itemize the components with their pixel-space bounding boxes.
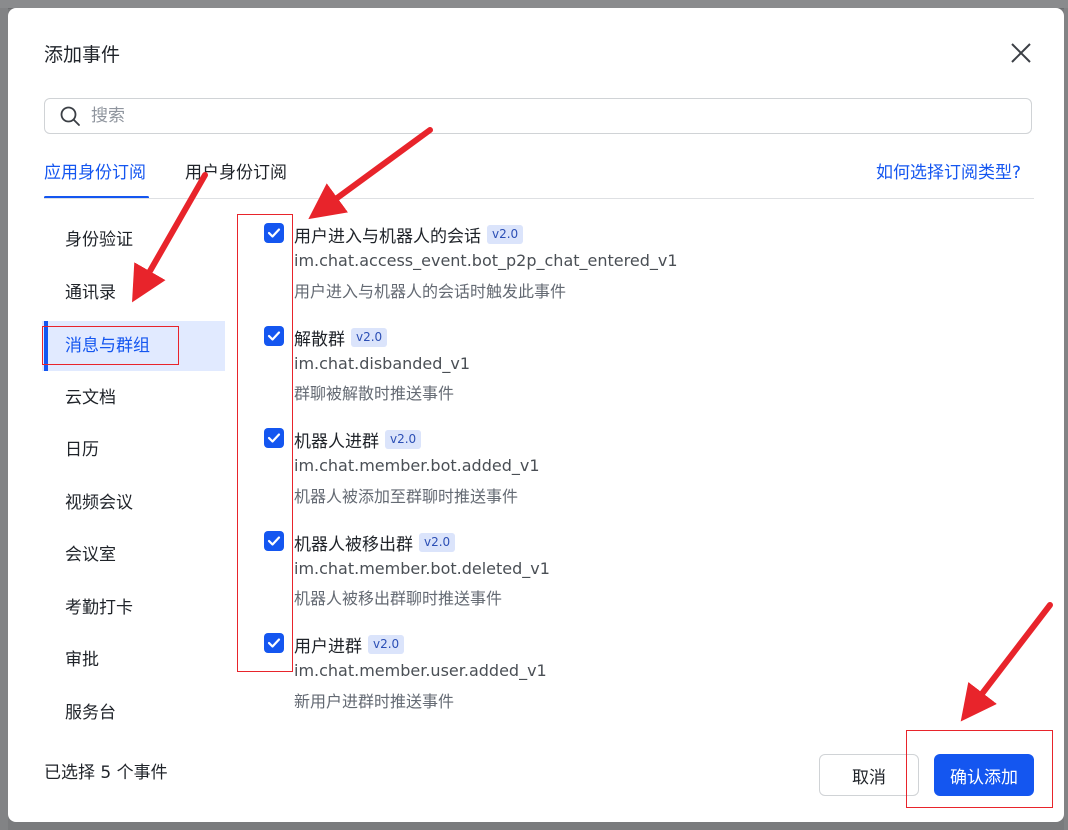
event-description: 用户进入与机器人的会话时触发此事件 bbox=[294, 282, 567, 301]
dialog-title: 添加事件 bbox=[44, 44, 121, 66]
event-key: im.chat.member.user.added_v1 bbox=[294, 661, 547, 680]
add-event-dialog: 添加事件 应用身份订阅 用户身份订阅 如何选择订阅类型? 身份验证 通讯录 消息… bbox=[8, 8, 1064, 822]
version-badge: v2.0 bbox=[385, 430, 422, 449]
search-input[interactable] bbox=[89, 105, 993, 127]
category-identity[interactable]: 身份验证 bbox=[42, 215, 225, 265]
tabs-divider bbox=[44, 198, 1034, 199]
category-meeting-room[interactable]: 会议室 bbox=[42, 530, 225, 580]
version-badge: v2.0 bbox=[368, 635, 405, 654]
category-calendar[interactable]: 日历 bbox=[42, 425, 225, 475]
event-key: im.chat.member.bot.deleted_v1 bbox=[294, 559, 550, 578]
category-attendance[interactable]: 考勤打卡 bbox=[42, 583, 225, 633]
event-title: 用户进入与机器人的会话 v2.0 bbox=[294, 222, 524, 247]
event-title: 用户进群 v2.0 bbox=[294, 632, 405, 657]
category-contacts[interactable]: 通讯录 bbox=[42, 268, 225, 318]
selected-count: 已选择 5 个事件 bbox=[44, 763, 168, 783]
version-badge: v2.0 bbox=[351, 328, 388, 347]
background-page-left bbox=[0, 8, 8, 830]
event-description: 群聊被解散时推送事件 bbox=[294, 384, 455, 403]
event-key: im.chat.access_event.bot_p2p_chat_entere… bbox=[294, 251, 678, 270]
tab-user-identity[interactable]: 用户身份订阅 bbox=[185, 158, 287, 183]
event-title-text: 用户进入与机器人的会话 bbox=[294, 227, 481, 247]
event-title-text: 机器人进群 bbox=[294, 432, 379, 452]
version-badge: v2.0 bbox=[487, 225, 524, 244]
tab-app-identity[interactable]: 应用身份订阅 bbox=[44, 158, 146, 183]
category-video-meeting[interactable]: 视频会议 bbox=[42, 478, 225, 528]
annotation-box-confirm bbox=[906, 730, 1053, 808]
category-cloud-docs[interactable]: 云文档 bbox=[42, 373, 225, 423]
event-key: im.chat.disbanded_v1 bbox=[294, 354, 471, 373]
event-description: 机器人被移出群聊时推送事件 bbox=[294, 589, 503, 608]
category-service-desk[interactable]: 服务台 bbox=[42, 688, 225, 738]
event-description: 机器人被添加至群聊时推送事件 bbox=[294, 487, 519, 506]
annotation-box-category bbox=[42, 326, 179, 365]
event-title-text: 解散群 bbox=[294, 330, 345, 350]
close-icon bbox=[1011, 43, 1031, 63]
event-title: 机器人进群 v2.0 bbox=[294, 427, 422, 452]
annotation-box-checkboxes bbox=[237, 214, 293, 672]
event-title-text: 机器人被移出群 bbox=[294, 535, 413, 555]
event-title-text: 用户进群 bbox=[294, 637, 362, 657]
version-badge: v2.0 bbox=[419, 533, 456, 552]
search-box[interactable] bbox=[44, 98, 1032, 134]
event-title: 机器人被移出群 v2.0 bbox=[294, 530, 456, 555]
event-title: 解散群 v2.0 bbox=[294, 325, 388, 350]
event-description: 新用户进群时推送事件 bbox=[294, 692, 455, 711]
close-button[interactable] bbox=[1006, 38, 1036, 68]
event-key: im.chat.member.bot.added_v1 bbox=[294, 456, 540, 475]
background-page-right bbox=[1064, 8, 1068, 830]
cancel-button[interactable]: 取消 bbox=[819, 754, 919, 796]
search-icon bbox=[60, 106, 80, 126]
category-approval[interactable]: 审批 bbox=[42, 635, 225, 685]
help-link[interactable]: 如何选择订阅类型? bbox=[876, 158, 1021, 183]
